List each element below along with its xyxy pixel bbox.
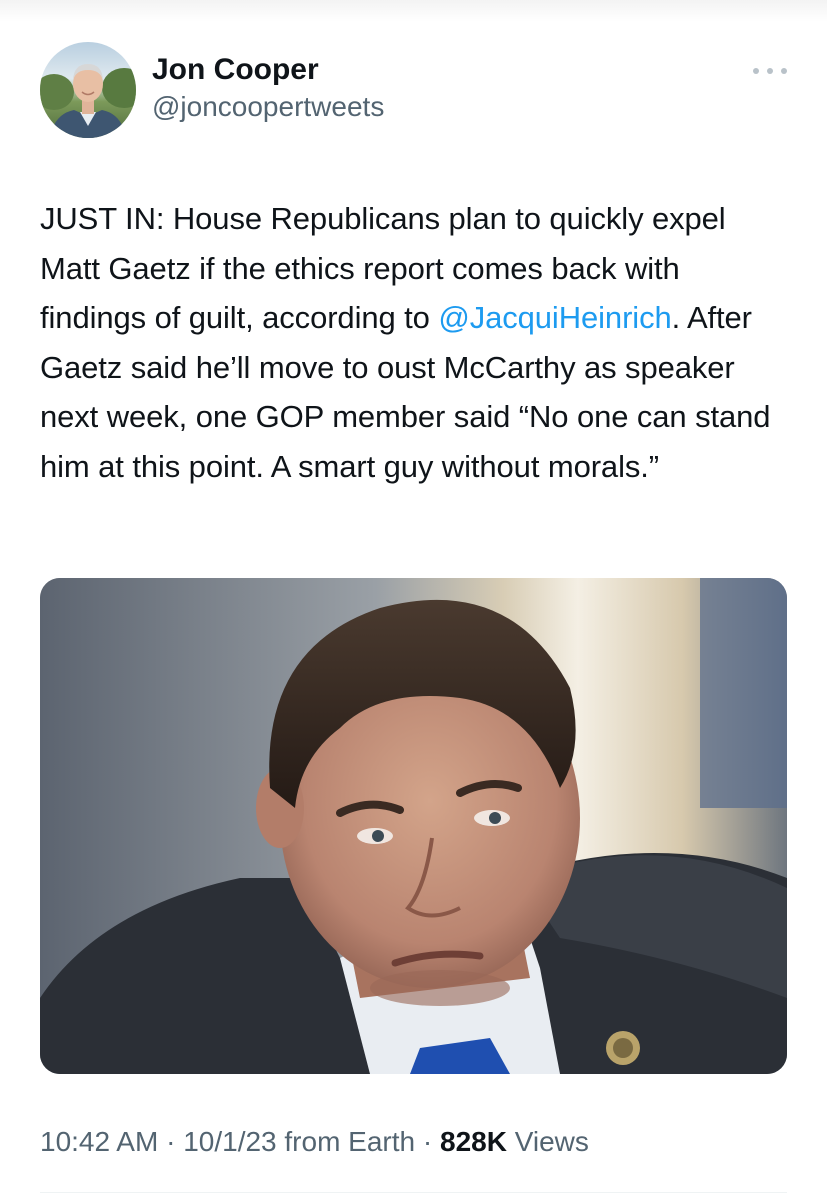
tweet-date[interactable]: 10/1/23 <box>183 1126 276 1157</box>
more-dots-icon[interactable] <box>753 64 787 78</box>
dot <box>753 68 759 74</box>
tweet-text: JUST IN: House Republicans plan to quick… <box>40 194 790 492</box>
dot <box>767 68 773 74</box>
dot <box>781 68 787 74</box>
views-count[interactable]: 828K <box>440 1126 507 1157</box>
meta-separator: · <box>158 1126 184 1157</box>
mention-link[interactable]: @JacquiHeinrich <box>438 300 671 335</box>
meta-separator: · <box>415 1126 440 1157</box>
top-fade <box>0 0 827 22</box>
tweet-source: from Earth <box>276 1126 416 1157</box>
tweet-media-photo[interactable] <box>40 578 787 1074</box>
tweet-header: Jon Cooper @joncoopertweets <box>40 42 787 138</box>
author-names: Jon Cooper @joncoopertweets <box>152 52 384 124</box>
author-display-name[interactable]: Jon Cooper <box>152 52 384 88</box>
author-handle[interactable]: @joncoopertweets <box>152 90 384 124</box>
tweet-meta: 10:42 AM · 10/1/23 from Earth · 828K Vie… <box>40 1124 589 1160</box>
views-label: Views <box>506 1126 589 1157</box>
avatar[interactable] <box>40 42 136 138</box>
divider <box>40 1192 787 1193</box>
tweet-time[interactable]: 10:42 AM <box>40 1126 158 1157</box>
